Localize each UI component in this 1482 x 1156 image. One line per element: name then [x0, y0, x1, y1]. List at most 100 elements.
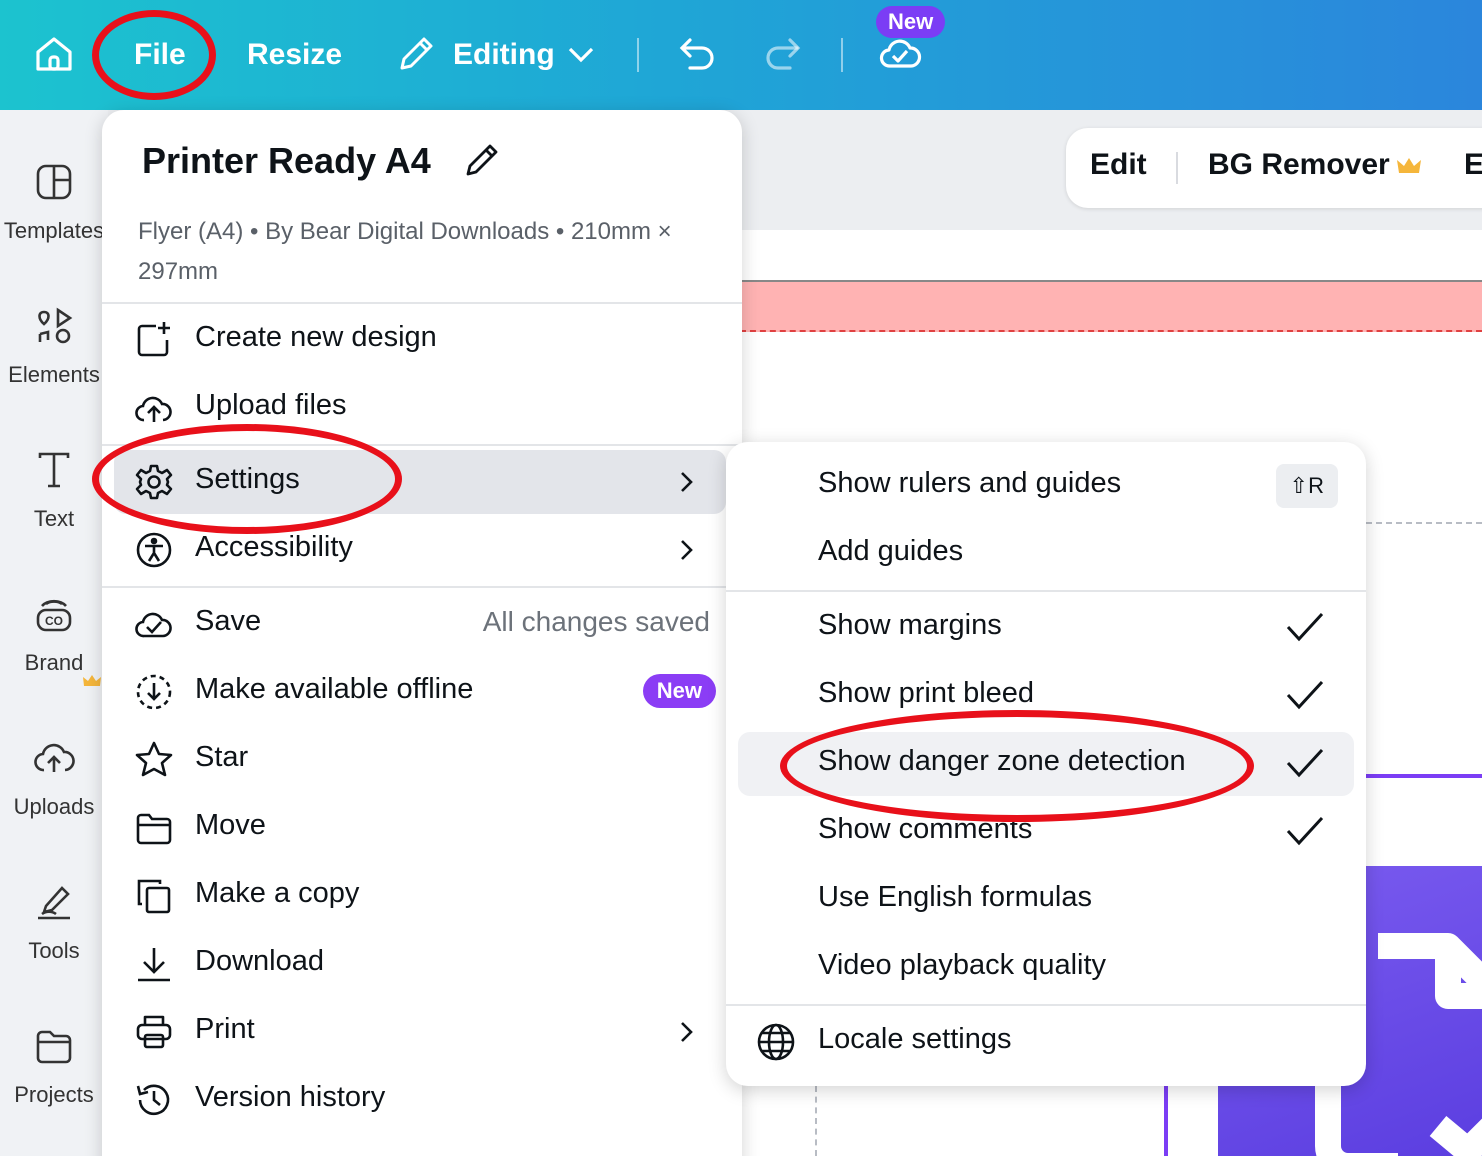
save-status: All changes saved: [482, 606, 710, 637]
menu-item-add-guides[interactable]: Add guides: [738, 522, 1354, 586]
menu-item-video-playback-quality[interactable]: Video playback quality: [738, 936, 1354, 1000]
menu-item-show-print-bleed[interactable]: Show print bleed: [738, 664, 1354, 728]
sidebar-item-label: Projects: [14, 1082, 94, 1107]
guide-line: [1366, 522, 1482, 524]
sidebar-item-uploads[interactable]: Uploads: [0, 736, 108, 820]
undo-icon[interactable]: [676, 32, 720, 76]
keyboard-shortcut: ⇧R: [1275, 464, 1338, 508]
sidebar-item-text[interactable]: Text: [0, 448, 108, 532]
printer-icon: [136, 1015, 172, 1049]
checkmark-icon: [1286, 748, 1324, 778]
folder-icon: [136, 813, 172, 845]
file-menu-button[interactable]: File: [134, 0, 186, 110]
new-badge: New: [876, 6, 946, 38]
copy-icon: [137, 879, 171, 914]
chevron-right-icon: [681, 540, 693, 560]
globe-icon: [757, 1023, 795, 1061]
sidebar-item-label: Tools: [28, 938, 80, 963]
chevron-down-icon[interactable]: [565, 32, 597, 76]
crown-icon: [1397, 158, 1421, 173]
menu-item-make-a-copy[interactable]: Make a copy: [114, 864, 726, 928]
edit-button[interactable]: Edit: [1090, 148, 1147, 182]
context-toolbar: Edit BG Remover E: [1066, 128, 1482, 208]
sidebar-item-label: Elements: [8, 362, 100, 387]
design-title[interactable]: Printer Ready A4: [142, 140, 431, 182]
sidebar-item-label: Uploads: [13, 794, 95, 819]
file-menu: Printer Ready A4 Flyer (A4) • By Bear Di…: [102, 110, 742, 1156]
danger-zone-highlight: [740, 280, 1482, 332]
menu-item-make-available-offline[interactable]: Make available offline New: [114, 660, 726, 724]
menu-item-print[interactable]: Print: [114, 1000, 726, 1064]
checkmark-icon: [1286, 612, 1324, 642]
history-icon: [136, 1084, 170, 1116]
sidebar-item-brand[interactable]: CO Brand: [0, 592, 108, 676]
guide-line: [815, 1086, 817, 1156]
menu-divider: [726, 590, 1366, 592]
settings-submenu: Show rulers and guides ⇧R Add guides Sho…: [726, 442, 1366, 1086]
sidebar-item-projects[interactable]: Projects: [0, 1024, 108, 1108]
menu-item-locale-settings[interactable]: Locale settings: [738, 1010, 1354, 1074]
svg-text:CO: CO: [45, 614, 63, 628]
pencil-icon: [400, 37, 433, 70]
star-icon: [135, 741, 173, 777]
menu-item-use-english-formulas[interactable]: Use English formulas: [738, 868, 1354, 932]
templates-icon: [36, 164, 72, 200]
selection-outline: [1366, 774, 1482, 778]
menu-item-move[interactable]: Move: [114, 796, 726, 860]
tools-icon: [38, 886, 70, 920]
toolbar-separator: [1176, 152, 1178, 184]
menu-item-download[interactable]: Download: [114, 932, 726, 996]
cloud-check-icon: [135, 612, 172, 638]
menu-item-accessibility[interactable]: Accessibility: [114, 518, 726, 582]
sidebar-item-label: Text: [33, 506, 75, 531]
chevron-right-icon: [681, 472, 693, 492]
menu-item-show-danger-zone-detection[interactable]: Show danger zone detection: [738, 732, 1354, 796]
sidebar-item-elements[interactable]: Elements: [0, 304, 108, 388]
sidebar-item-label: Brand: [24, 650, 84, 675]
selection-outline: [1164, 1086, 1168, 1156]
download-icon: [138, 948, 170, 982]
rename-pencil-icon[interactable]: [462, 140, 502, 180]
menu-item-save[interactable]: Save All changes saved: [114, 592, 726, 656]
menu-item-show-comments[interactable]: Show comments: [738, 800, 1354, 864]
cloud-upload-icon: [34, 743, 75, 772]
text-icon: [38, 452, 70, 488]
elements-icon: [38, 307, 73, 344]
sidebar-item-tools[interactable]: Tools: [0, 880, 108, 964]
add-design-icon: [137, 322, 170, 357]
top-bar: File Resize Editing New: [0, 0, 1482, 110]
menu-divider: [102, 586, 742, 588]
menu-item-settings[interactable]: Settings: [114, 450, 726, 514]
menu-item-star[interactable]: Star: [114, 728, 726, 792]
cloud-upload-icon: [135, 396, 172, 422]
menu-item-upload-files[interactable]: Upload files: [114, 376, 726, 440]
redo-icon[interactable]: [760, 32, 804, 76]
folder-icon: [36, 1030, 72, 1064]
home-icon[interactable]: [32, 32, 76, 76]
menu-item-version-history[interactable]: Version history: [114, 1068, 726, 1132]
gear-icon: [135, 464, 173, 500]
resize-button[interactable]: Resize: [247, 0, 342, 110]
brand-icon: CO: [36, 599, 72, 632]
editing-mode-button[interactable]: Editing: [453, 0, 555, 110]
sidebar-item-label: Templates: [3, 218, 105, 243]
crown-icon: [83, 675, 101, 686]
toolbar-separator: [841, 38, 843, 72]
sidebar-item-templates[interactable]: Templates: [0, 160, 108, 244]
design-details: Flyer (A4) • By Bear Digital Downloads •…: [138, 218, 672, 285]
menu-item-show-margins[interactable]: Show margins: [738, 596, 1354, 660]
checkmark-icon: [1286, 680, 1324, 710]
menu-divider: [102, 302, 742, 304]
accessibility-icon: [136, 532, 172, 568]
menu-item-create-new-design[interactable]: Create new design: [114, 308, 726, 372]
cloud-check-icon[interactable]: [878, 32, 922, 76]
toolbar-separator: [637, 38, 639, 72]
new-badge: New: [642, 674, 716, 708]
checkmark-icon: [1286, 816, 1324, 846]
menu-item-show-rulers-and-guides[interactable]: Show rulers and guides ⇧R: [738, 454, 1354, 518]
left-sidebar: Templates Elements Text CO Brand Uploads…: [0, 110, 108, 1156]
chevron-right-icon: [681, 1022, 693, 1042]
effects-button[interactable]: E: [1464, 148, 1482, 182]
bg-remover-button[interactable]: BG Remover: [1208, 148, 1390, 182]
offline-download-icon: [136, 674, 172, 710]
